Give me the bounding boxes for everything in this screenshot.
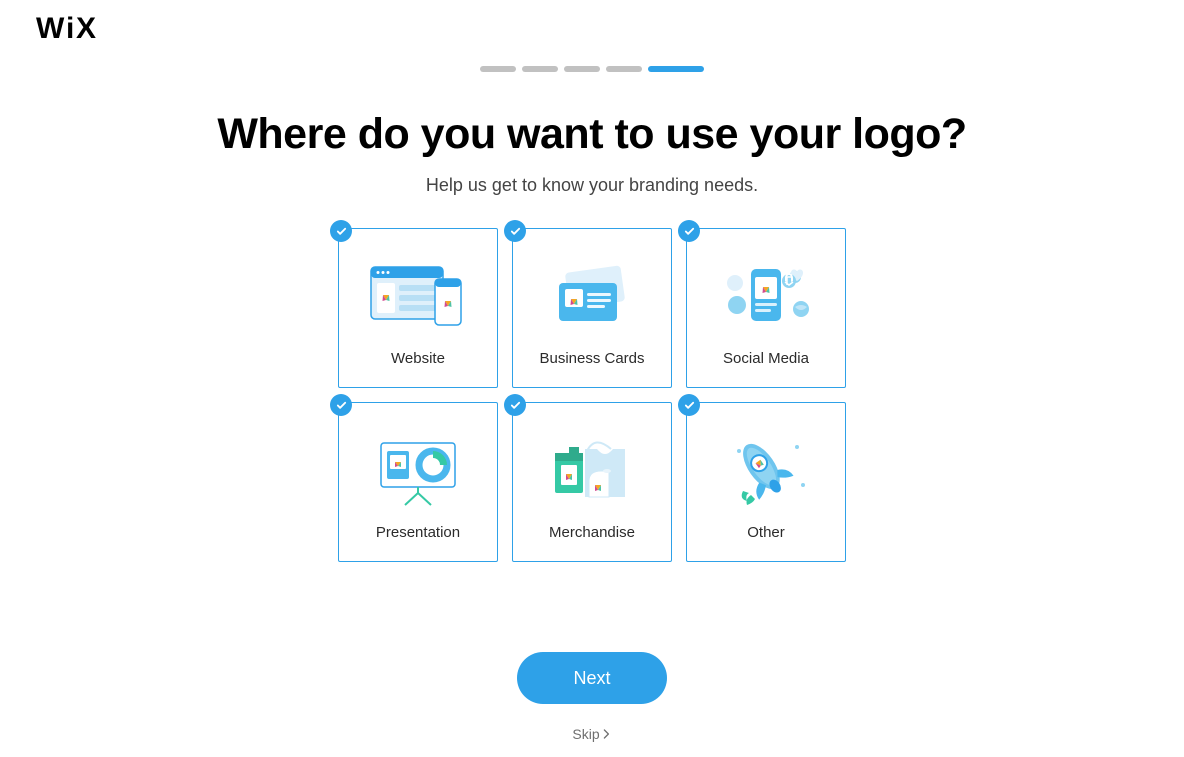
card-label: Presentation (376, 524, 460, 541)
card-label: Business Cards (539, 350, 644, 367)
social-media-icon (711, 259, 821, 334)
progress-indicator (480, 66, 704, 72)
card-label: Website (391, 350, 445, 367)
option-grid: Website Business Cards (338, 228, 846, 562)
check-icon (330, 220, 352, 242)
check-icon (504, 394, 526, 416)
chevron-right-icon (602, 729, 612, 739)
page-subtitle: Help us get to know your branding needs. (0, 175, 1184, 196)
progress-segment (522, 66, 558, 72)
progress-segment (606, 66, 642, 72)
progress-segment-active (648, 66, 704, 72)
svg-text:X: X (76, 14, 96, 44)
progress-segment (480, 66, 516, 72)
svg-text:W: W (36, 14, 65, 44)
rocket-icon (711, 433, 821, 508)
card-business-cards[interactable]: Business Cards (512, 228, 672, 388)
card-label: Merchandise (549, 524, 635, 541)
check-icon (330, 394, 352, 416)
website-icon (363, 259, 473, 334)
check-icon (504, 220, 526, 242)
card-label: Other (747, 524, 785, 541)
skip-link[interactable]: Skip (572, 726, 611, 742)
check-icon (678, 394, 700, 416)
card-label: Social Media (723, 350, 809, 367)
card-presentation[interactable]: Presentation (338, 402, 498, 562)
next-button[interactable]: Next (517, 652, 667, 704)
card-merchandise[interactable]: Merchandise (512, 402, 672, 562)
card-other[interactable]: Other (686, 402, 846, 562)
presentation-icon (363, 433, 473, 508)
page-title: Where do you want to use your logo? (0, 110, 1184, 159)
brand-logo: W i X (36, 14, 112, 52)
card-website[interactable]: Website (338, 228, 498, 388)
skip-label: Skip (572, 726, 599, 742)
svg-text:i: i (66, 14, 73, 44)
card-social-media[interactable]: Social Media (686, 228, 846, 388)
progress-segment (564, 66, 600, 72)
check-icon (678, 220, 700, 242)
merchandise-icon (537, 433, 647, 508)
business-card-icon (537, 259, 647, 334)
